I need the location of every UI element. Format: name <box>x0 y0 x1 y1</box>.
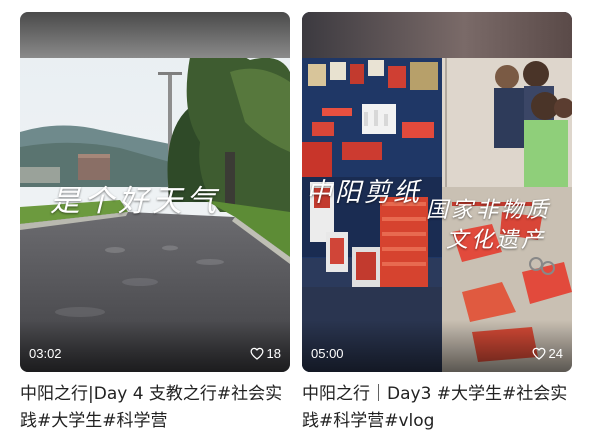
video-title[interactable]: 中阳之行|Day 4 支教之行#社会实践#大学生#科学营 <box>20 381 290 435</box>
top-blur-bar <box>20 12 290 58</box>
video-card[interactable]: 是个好天气 03:02 18 中阳之行|Day 4 支教之行#社会实践#大学生#… <box>20 12 290 435</box>
heart-outline-icon <box>250 347 264 360</box>
top-blur-bar <box>302 12 572 58</box>
video-caption-right-line2: 文化遗产 <box>446 228 547 253</box>
video-card[interactable]: 中阳剪纸 国家非物质 文化遗产 05:00 24 中阳之行｜Day3 #大学生#… <box>302 12 572 435</box>
like-count[interactable]: 18 <box>250 346 281 361</box>
video-caption-left: 中阳剪纸 <box>306 178 423 208</box>
like-count-value: 18 <box>266 346 281 361</box>
like-count[interactable]: 24 <box>532 346 563 361</box>
video-duration: 05:00 <box>311 346 344 361</box>
like-count-value: 24 <box>548 346 563 361</box>
video-thumbnail[interactable]: 是个好天气 03:02 18 <box>20 12 290 372</box>
video-title[interactable]: 中阳之行｜Day3 #大学生#社会实践#科学营#vlog <box>302 381 572 435</box>
video-caption: 是个好天气 <box>50 184 220 219</box>
heart-outline-icon <box>532 347 546 360</box>
video-duration: 03:02 <box>29 346 62 361</box>
video-thumbnail[interactable]: 中阳剪纸 国家非物质 文化遗产 05:00 24 <box>302 12 572 372</box>
video-caption-right-line1: 国家非物质 <box>426 198 552 223</box>
